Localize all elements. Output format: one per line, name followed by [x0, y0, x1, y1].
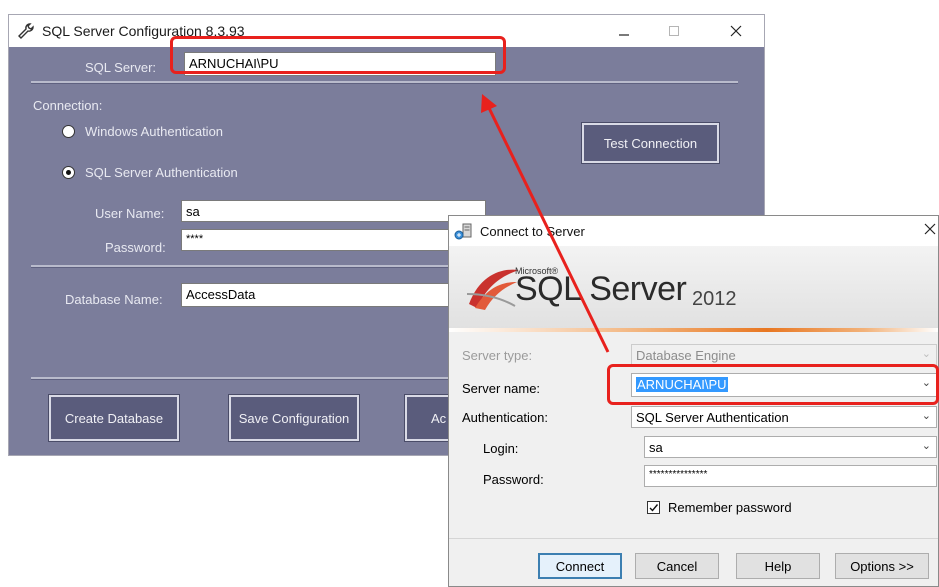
annotation-arrow: [481, 94, 610, 353]
